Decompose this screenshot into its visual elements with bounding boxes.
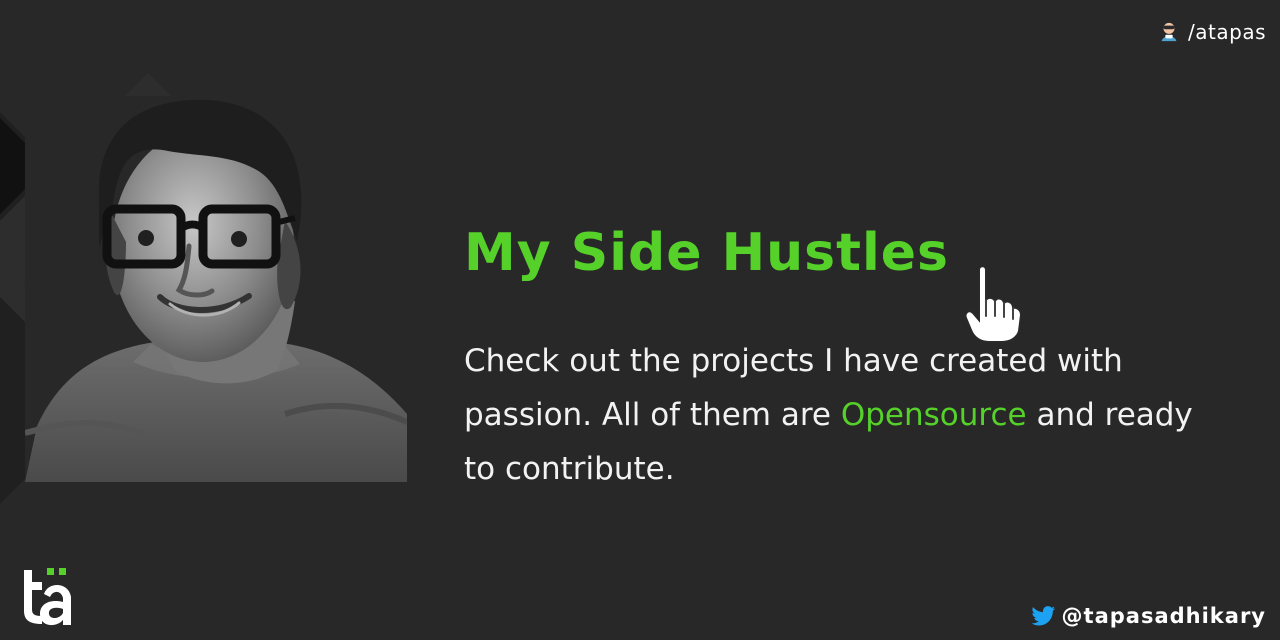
page-title: My Side Hustles <box>464 223 950 283</box>
description-text: Check out the projects I have created wi… <box>464 334 1224 496</box>
top-handle-text: /atapas <box>1188 20 1266 44</box>
twitter-profile-handle[interactable]: @tapasadhikary <box>1031 604 1266 628</box>
top-profile-handle[interactable]: /atapas <box>1158 16 1266 48</box>
profile-photo <box>25 96 407 482</box>
ta-logo-icon <box>24 568 71 626</box>
mini-avatar-icon <box>1161 22 1177 42</box>
social-card: /atapas My Side Hustles Check out the pr… <box>0 0 1280 640</box>
opensource-highlight: Opensource <box>840 397 1027 433</box>
twitter-handle-text: @tapasadhikary <box>1061 604 1266 628</box>
pointing-hand-icon <box>964 265 1023 343</box>
twitter-icon <box>1031 606 1055 626</box>
